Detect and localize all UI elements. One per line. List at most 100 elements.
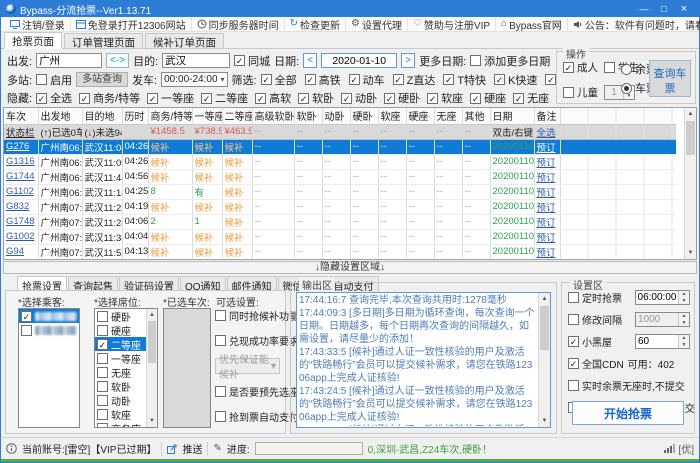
scroll-up-icon[interactable]: ▲: [685, 108, 696, 120]
tab-order-management[interactable]: 订单管理页面: [64, 33, 143, 48]
seat-item-商务座[interactable]: 商务座: [95, 421, 146, 428]
checkbox-T特快[interactable]: ✓T特快: [443, 72, 486, 88]
train-row-G276[interactable]: G276广州南06:38武汉11:0404:26候补候补候补----------…: [4, 139, 676, 154]
passenger-list[interactable]: ✓: [18, 308, 80, 428]
train-number[interactable]: G832: [6, 201, 29, 212]
train-number[interactable]: G1316: [6, 156, 35, 167]
scrollbar-thumb[interactable]: [148, 321, 156, 363]
seat-item-硬座[interactable]: 硬座: [95, 323, 146, 337]
column-header-高级软卧[interactable]: 高级软卧: [252, 108, 294, 124]
timed-grab-time-stepper[interactable]: ▲▼: [635, 290, 690, 305]
open-12306-button[interactable]: 免登录打开12306网站: [71, 18, 192, 31]
checkbox-软座[interactable]: ✓软座: [427, 90, 463, 106]
book-link[interactable]: 预订: [537, 218, 556, 229]
date-input[interactable]: [321, 53, 397, 68]
checkbox-软卧[interactable]: ✓软卧: [298, 90, 334, 106]
to-station-input[interactable]: [162, 53, 230, 68]
maximize-button[interactable]: □: [654, 2, 674, 16]
column-header-其他[interactable]: 其他: [462, 108, 490, 124]
passenger-item[interactable]: ✓: [19, 309, 79, 323]
checkbox-无座[interactable]: ✓无座: [513, 90, 549, 106]
book-link[interactable]: 全选: [537, 128, 556, 139]
push-label[interactable]: 推送: [182, 441, 202, 456]
train-row-G1748[interactable]: G1748广州南07:22武汉11:2804:0621候补-----------…: [4, 214, 676, 229]
column-header-目的地[interactable]: 目的地: [82, 108, 122, 124]
scroll-up-icon[interactable]: ▲: [539, 293, 550, 305]
train-number[interactable]: G1744: [6, 171, 35, 182]
column-header-历时[interactable]: 历时: [122, 108, 148, 124]
scroll-up-icon[interactable]: ▲: [147, 309, 157, 321]
modify-interval-stepper[interactable]: ▲▼: [635, 312, 690, 327]
column-header-出发地[interactable]: 出发地: [38, 108, 82, 124]
checkbox-动车[interactable]: ✓动车: [349, 72, 385, 88]
depart-time-dropdown[interactable]: 00:00-24:00▾: [161, 72, 227, 87]
scrollbar-thumb[interactable]: [540, 306, 549, 350]
checkbox-Z直达[interactable]: ✓Z直达: [393, 72, 436, 88]
timed-grab-time-value[interactable]: [636, 291, 678, 304]
train-number[interactable]: G1748: [6, 216, 35, 227]
column-header-商务/特等[interactable]: 商务/特等: [148, 108, 192, 124]
blacklist-checkbox[interactable]: ✓小黑屋: [568, 334, 612, 349]
checkbox-高软[interactable]: ✓高软: [255, 90, 291, 106]
train-row-G1316[interactable]: G1316广州南06:43武汉11:0904:26候补候补候补---------…: [4, 154, 676, 169]
same-city-checkbox[interactable]: ✓同城: [234, 53, 270, 69]
settings-tab-验证码设置[interactable]: 验证码设置: [119, 276, 179, 291]
column-header-硬卧[interactable]: 硬卧: [350, 108, 378, 124]
settings-tab-抢票设置[interactable]: 抢票设置: [17, 276, 67, 291]
book-link[interactable]: 预订: [537, 233, 556, 244]
multi-station-enable-checkbox[interactable]: 启用: [36, 72, 72, 88]
checkbox-高铁[interactable]: ✓高铁: [305, 72, 341, 88]
book-link[interactable]: 预订: [537, 248, 556, 259]
blacklist-stepper[interactable]: ▲▼: [635, 334, 690, 349]
train-row-G832[interactable]: G832广州南07:04武汉11:2304:19候补候补候补----------…: [4, 199, 676, 214]
train-row-G1102[interactable]: G1102广州南06:53武汉11:1804:258有候补-----------…: [4, 184, 676, 199]
swap-stations-button[interactable]: <->: [106, 53, 129, 68]
book-link[interactable]: 预订: [537, 188, 556, 199]
query-ticket-button[interactable]: 查询车票: [649, 60, 691, 97]
no-seat-no-submit-checkbox[interactable]: 实时余票无座时,不提交: [568, 378, 685, 393]
stepper-arrows[interactable]: ▲▼: [678, 291, 689, 304]
tab-grab-ticket[interactable]: 抢票页面: [4, 32, 62, 49]
next-date-button[interactable]: >: [401, 53, 415, 68]
train-row-G94[interactable]: G94广州南07:39武汉11:5204:13候补候补候补-----------…: [4, 244, 676, 259]
start-grab-button[interactable]: 开始抢票: [572, 401, 684, 425]
sync-time-button[interactable]: 同步服务器时间: [192, 18, 285, 31]
train-number[interactable]: 状态栏: [6, 128, 35, 139]
column-header-无座[interactable]: 无座: [434, 108, 462, 124]
output-scrollbar[interactable]: ▲ ▼: [538, 293, 550, 427]
blacklist-value[interactable]: [636, 335, 678, 348]
column-header-软卧[interactable]: 软卧: [294, 108, 322, 124]
train-number[interactable]: G94: [6, 246, 24, 257]
seat-item-二等座[interactable]: ✓二等座: [95, 337, 146, 351]
seat-listbox[interactable]: 硬卧硬座✓二等座一等座无座软卧动卧软座商务座特等座 ▲ ▼: [94, 308, 158, 428]
stepper-arrows[interactable]: ▲▼: [678, 313, 689, 326]
selected-trains-list[interactable]: [163, 308, 211, 428]
train-number[interactable]: G1102: [6, 186, 34, 197]
multi-station-query-button[interactable]: 多站查询: [76, 72, 128, 87]
settings-tab-查询起售[interactable]: 查询起售: [68, 276, 118, 291]
checkbox-商务/特等[interactable]: ✓商务/特等: [79, 90, 140, 106]
table-scrollbar[interactable]: ▲ ▼: [684, 108, 696, 259]
adult-checkbox[interactable]: ✓成人: [563, 60, 598, 75]
seat-item-一等座[interactable]: 一等座: [95, 351, 146, 365]
pre-select-seat-checkbox[interactable]: 是否要预先选座: [215, 384, 282, 399]
train-row-G1002[interactable]: G1002广州南07:34武汉11:3804:04候补候补候补---------…: [4, 229, 676, 244]
checkbox-二等座[interactable]: ✓二等座: [201, 90, 248, 106]
from-station-input[interactable]: [36, 53, 102, 68]
add-more-dates-checkbox[interactable]: 添加更多日期: [470, 53, 550, 69]
checkbox-动卧[interactable]: ✓动卧: [341, 90, 377, 106]
book-link[interactable]: 预订: [537, 203, 556, 214]
vip-register-button[interactable]: ♡ 赞助与注册VIP: [408, 18, 496, 31]
redeem-success-rate-checkbox[interactable]: 兑现成功率要求: [215, 333, 282, 348]
minimize-button[interactable]: —: [634, 2, 654, 16]
column-header-一等座[interactable]: 一等座: [192, 108, 222, 124]
priority-dropdown[interactable]: 优先保证能候补▾: [215, 358, 280, 374]
column-header-动卧[interactable]: 动卧: [322, 108, 350, 124]
column-header-日期[interactable]: 日期: [490, 108, 534, 124]
scroll-down-icon[interactable]: ▼: [685, 247, 696, 259]
official-site-button[interactable]: ⌂ Bypass官网: [496, 18, 568, 31]
book-link[interactable]: 预订: [537, 173, 556, 184]
scroll-down-icon[interactable]: ▼: [147, 415, 157, 427]
hide-settings-region-bar[interactable]: ↓隐藏设置区域↓: [3, 261, 697, 274]
book-link[interactable]: 预订: [537, 143, 556, 154]
